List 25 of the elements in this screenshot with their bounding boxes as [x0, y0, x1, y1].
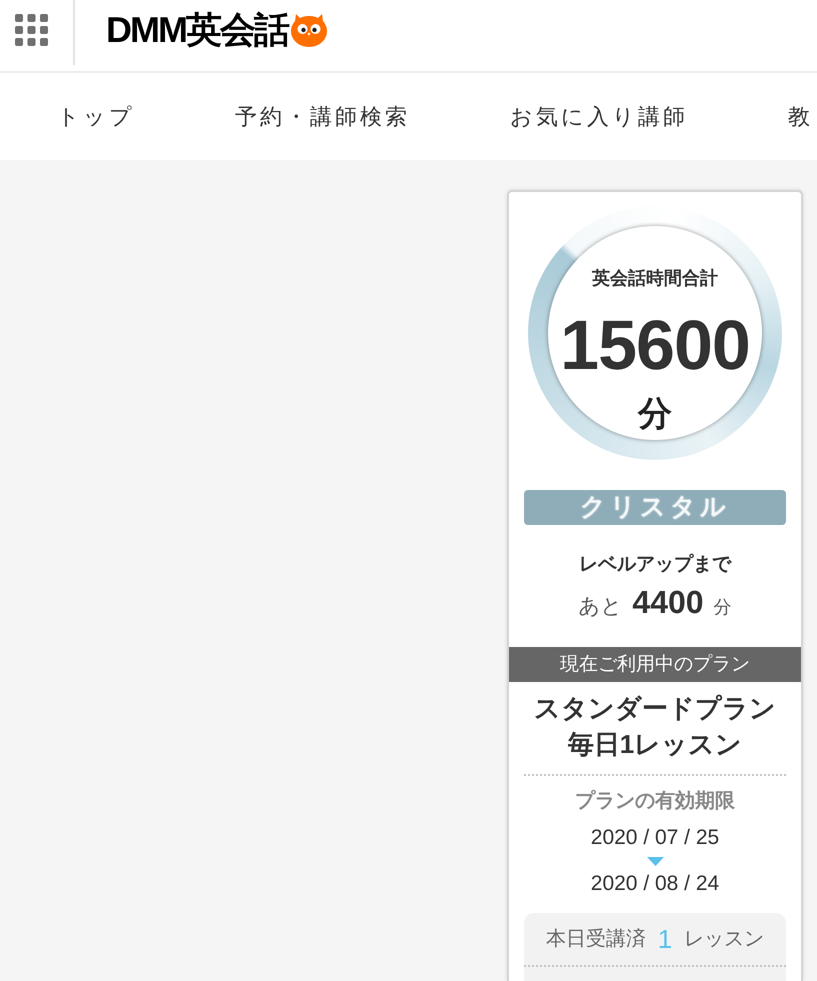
level-up-label: レベルアップまで	[579, 552, 731, 577]
end-date: 2020 / 08 / 24	[590, 871, 720, 897]
total-time-label: 英会話時間合計	[592, 267, 718, 290]
remaining-unit: 分	[714, 596, 732, 619]
lesson-unit: レッスン	[684, 927, 764, 952]
lesson-count: 1	[658, 922, 672, 956]
plan-header: 現在ご利用中のプラン	[509, 647, 801, 682]
nav-link[interactable]: 予約・講師検索	[235, 102, 410, 132]
minutes-unit: 分	[638, 396, 672, 432]
total-minutes: 15600	[560, 310, 750, 380]
start-date: 2020 / 07 / 25	[590, 825, 720, 851]
remaining-prefix: あと	[578, 594, 622, 620]
plan-name: スタンダードプラン	[534, 692, 776, 725]
down-triangle-icon	[646, 857, 664, 866]
plan-detail: 毎日1レッスン	[568, 728, 742, 761]
apps-grid-icon[interactable]	[15, 14, 48, 46]
nav-link[interactable]: お気に入り講師	[510, 102, 688, 132]
nav-link[interactable]: トップ	[57, 102, 135, 132]
remaining-minutes: 4400	[632, 584, 704, 620]
logo-text[interactable]: DMM英会話	[106, 12, 288, 48]
nav-link[interactable]: 教	[788, 102, 813, 132]
rank-badge: クリスタル	[524, 490, 786, 525]
today-label: 本日受講済	[546, 927, 646, 952]
validity-label: プランの有効期限	[575, 788, 735, 814]
owl-icon	[290, 13, 327, 47]
